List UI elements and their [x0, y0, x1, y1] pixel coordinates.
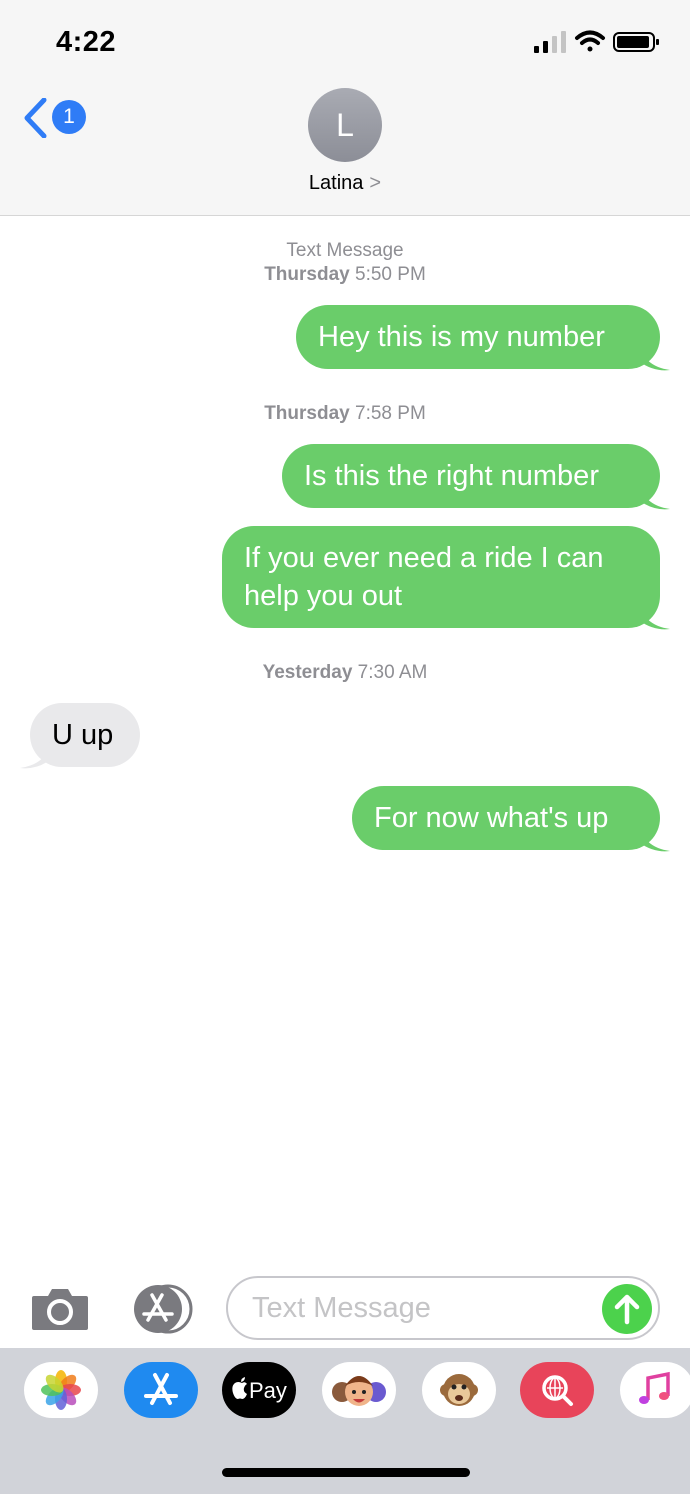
outgoing-message[interactable]: Is this the right number [282, 444, 660, 508]
bubble-tail [640, 601, 670, 630]
drawer-app-images-search[interactable] [520, 1362, 594, 1418]
drawer-app-apple-pay[interactable]: Pay [222, 1362, 296, 1418]
chevron-left-icon [24, 98, 47, 138]
drawer-app-photos[interactable] [24, 1362, 98, 1418]
app-store-drawer-button[interactable] [128, 1284, 194, 1334]
status-icons [534, 30, 659, 53]
service-label: Text Message [286, 240, 404, 261]
music-icon [639, 1371, 670, 1404]
back-button[interactable]: 1 [22, 98, 92, 138]
message-input[interactable]: Text Message [226, 1276, 660, 1340]
bubble-tail [640, 342, 670, 371]
contact-name-row[interactable]: Latina > [0, 172, 690, 195]
timestamp: Thursday 5:50 PM [264, 264, 426, 285]
bubble-tail [640, 481, 670, 510]
drawer-app-animoji[interactable] [422, 1362, 496, 1418]
cellular-signal-icon [534, 31, 566, 53]
svg-text:Pay: Pay [249, 1378, 287, 1403]
memoji-icon [332, 1376, 386, 1406]
home-indicator[interactable] [222, 1468, 470, 1477]
conversation-header: 4:22 1 L Latina > [0, 0, 690, 216]
app-drawer: Pay [0, 1348, 690, 1494]
photos-icon [41, 1370, 81, 1410]
outgoing-message[interactable]: For now what's up [352, 786, 660, 850]
send-button[interactable] [602, 1284, 652, 1334]
battery-icon [613, 32, 659, 52]
contact-avatar[interactable]: L [308, 88, 382, 162]
arrow-up-icon [614, 1294, 640, 1325]
chevron-right-icon: > [369, 172, 382, 194]
status-time: 4:22 [56, 26, 117, 58]
drawer-app-app-store[interactable] [124, 1362, 198, 1418]
timestamp: Thursday 7:58 PM [264, 403, 426, 424]
timestamp: Yesterday 7:30 AM [262, 662, 428, 683]
camera-icon[interactable] [30, 1286, 90, 1332]
bubble-tail [20, 740, 50, 769]
animoji-monkey-icon [440, 1374, 478, 1406]
outgoing-message[interactable]: Hey this is my number [296, 305, 660, 369]
app-store-icon [144, 1373, 178, 1405]
message-input-placeholder: Text Message [252, 1292, 431, 1324]
wifi-icon [575, 30, 605, 52]
contact-name: Latina [308, 172, 364, 194]
web-images-search-icon [542, 1375, 573, 1406]
drawer-app-music[interactable] [620, 1362, 690, 1418]
unread-badge: 1 [52, 100, 86, 134]
bubble-tail [640, 823, 670, 852]
outgoing-message[interactable]: If you ever need a ride I can help you o… [222, 526, 660, 628]
apple-pay-icon: Pay [232, 1377, 287, 1403]
drawer-app-memoji[interactable] [322, 1362, 396, 1418]
